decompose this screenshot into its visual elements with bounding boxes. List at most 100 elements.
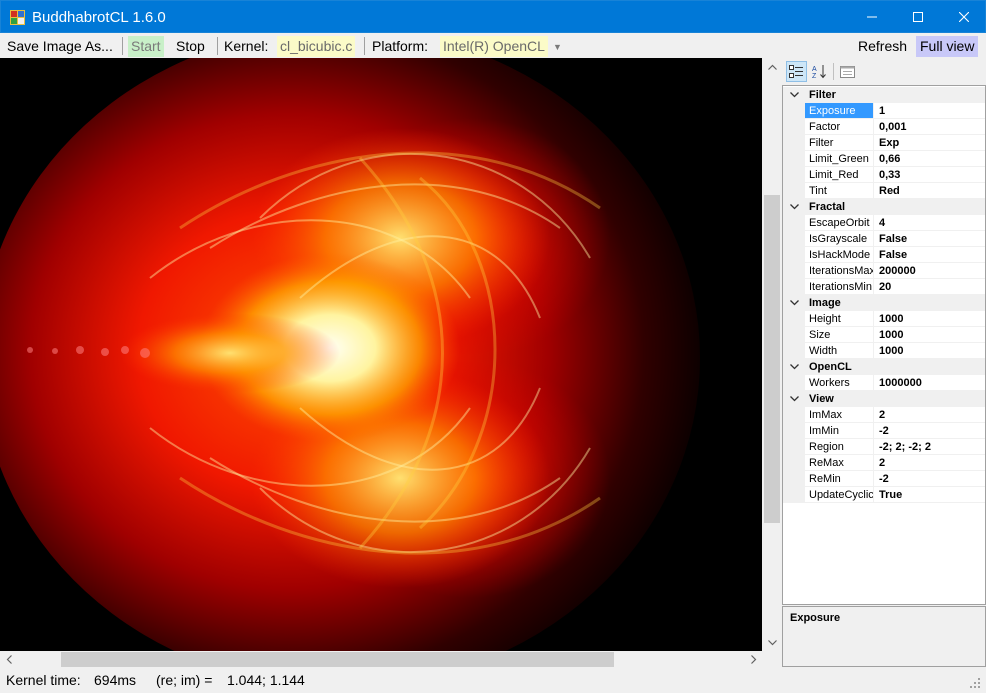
collapse-icon[interactable]: [788, 391, 800, 407]
property-row-height[interactable]: Height 1000: [783, 311, 985, 327]
horizontal-scrollbar[interactable]: [0, 651, 762, 668]
property-name[interactable]: EscapeOrbit: [805, 215, 874, 231]
property-name[interactable]: Filter: [805, 135, 874, 151]
property-row-tint[interactable]: Tint Red: [783, 183, 985, 199]
property-name[interactable]: ReMax: [805, 455, 874, 471]
property-name[interactable]: Factor: [805, 119, 874, 135]
property-row-limit_green[interactable]: Limit_Green 0,66: [783, 151, 985, 167]
categorized-button[interactable]: [786, 61, 807, 82]
property-row-immax[interactable]: ImMax 2: [783, 407, 985, 423]
category-image[interactable]: Image: [783, 295, 985, 311]
scroll-down-icon[interactable]: [762, 634, 782, 651]
property-value[interactable]: 0,001: [874, 119, 985, 135]
property-row-factor[interactable]: Factor 0,001: [783, 119, 985, 135]
category-filter[interactable]: Filter: [783, 87, 985, 103]
property-name[interactable]: Limit_Green: [805, 151, 874, 167]
property-row-escapeorbit[interactable]: EscapeOrbit 4: [783, 215, 985, 231]
size-grip-icon[interactable]: [968, 676, 982, 690]
property-value[interactable]: False: [874, 231, 985, 247]
property-value[interactable]: 1: [874, 103, 985, 119]
property-name[interactable]: Region: [805, 439, 874, 455]
close-button[interactable]: [941, 1, 986, 33]
property-pages-button[interactable]: [837, 61, 858, 82]
property-name[interactable]: UpdateCyclic: [805, 487, 874, 503]
category-fractal[interactable]: Fractal: [783, 199, 985, 215]
property-row-ishackmode[interactable]: IsHackMode False: [783, 247, 985, 263]
status-bar: Kernel time: 694ms (re; im) = 1.044; 1.1…: [0, 668, 986, 693]
stop-button[interactable]: Stop: [176, 36, 205, 57]
category-opencl[interactable]: OpenCL: [783, 359, 985, 375]
vertical-scrollbar[interactable]: [762, 58, 782, 651]
property-row-immin[interactable]: ImMin -2: [783, 423, 985, 439]
property-value[interactable]: 4: [874, 215, 985, 231]
property-value[interactable]: 1000: [874, 311, 985, 327]
property-value[interactable]: -2; 2; -2; 2: [874, 439, 985, 455]
property-row-workers[interactable]: Workers 1000000: [783, 375, 985, 391]
collapse-icon[interactable]: [788, 359, 800, 375]
property-row-isgrayscale[interactable]: IsGrayscale False: [783, 231, 985, 247]
property-row-updatecyclic[interactable]: UpdateCyclic True: [783, 487, 985, 503]
property-value[interactable]: Exp: [874, 135, 985, 151]
property-name[interactable]: IterationsMin: [805, 279, 874, 295]
refresh-button[interactable]: Refresh: [858, 36, 907, 57]
property-value[interactable]: 1000: [874, 327, 985, 343]
property-row-remax[interactable]: ReMax 2: [783, 455, 985, 471]
property-value[interactable]: 2: [874, 407, 985, 423]
property-name[interactable]: IsGrayscale: [805, 231, 874, 247]
property-name[interactable]: Tint: [805, 183, 874, 199]
scroll-right-icon[interactable]: [745, 651, 762, 668]
collapse-icon[interactable]: [788, 199, 800, 215]
property-value[interactable]: 1000000: [874, 375, 985, 391]
property-name[interactable]: Limit_Red: [805, 167, 874, 183]
property-row-filter[interactable]: Filter Exp: [783, 135, 985, 151]
property-row-limit_red[interactable]: Limit_Red 0,33: [783, 167, 985, 183]
horizontal-scroll-thumb[interactable]: [61, 652, 614, 667]
property-value[interactable]: 0,33: [874, 167, 985, 183]
property-value[interactable]: 200000: [874, 263, 985, 279]
property-name[interactable]: Height: [805, 311, 874, 327]
property-name[interactable]: ImMin: [805, 423, 874, 439]
maximize-button[interactable]: [895, 1, 941, 33]
property-value[interactable]: Red: [874, 183, 985, 199]
dropdown-arrow-icon[interactable]: ▼: [553, 37, 562, 58]
property-name[interactable]: ReMin: [805, 471, 874, 487]
property-value[interactable]: 2: [874, 455, 985, 471]
scroll-left-icon[interactable]: [0, 651, 17, 668]
property-value[interactable]: 1000: [874, 343, 985, 359]
property-name[interactable]: Width: [805, 343, 874, 359]
property-name[interactable]: IsHackMode: [805, 247, 874, 263]
alphabetical-button[interactable]: A Z: [809, 61, 830, 82]
property-value[interactable]: -2: [874, 471, 985, 487]
scroll-up-icon[interactable]: [762, 58, 782, 75]
property-name[interactable]: Workers: [805, 375, 874, 391]
save-image-button[interactable]: Save Image As...: [7, 36, 113, 57]
kernel-combo[interactable]: cl_bicubic.c: [277, 36, 356, 57]
category-view[interactable]: View: [783, 391, 985, 407]
property-name[interactable]: ImMax: [805, 407, 874, 423]
property-row-remin[interactable]: ReMin -2: [783, 471, 985, 487]
collapse-icon[interactable]: [788, 87, 800, 103]
full-view-button[interactable]: Full view: [916, 36, 979, 57]
property-row-size[interactable]: Size 1000: [783, 327, 985, 343]
start-button[interactable]: Start: [128, 36, 164, 57]
property-row-iterationsmax[interactable]: IterationsMax 200000: [783, 263, 985, 279]
property-value[interactable]: -2: [874, 423, 985, 439]
fractal-canvas[interactable]: [0, 58, 762, 651]
vertical-scroll-thumb[interactable]: [764, 195, 780, 523]
kernel-time-label: Kernel time:: [6, 672, 81, 688]
property-value[interactable]: 0,66: [874, 151, 985, 167]
platform-combo[interactable]: Intel(R) OpenCL: [440, 36, 548, 57]
property-row-region[interactable]: Region -2; 2; -2; 2: [783, 439, 985, 455]
property-name[interactable]: Exposure: [805, 103, 874, 119]
minimize-button[interactable]: [849, 1, 895, 33]
property-value[interactable]: False: [874, 247, 985, 263]
property-row-iterationsmin[interactable]: IterationsMin 20: [783, 279, 985, 295]
property-row-width[interactable]: Width 1000: [783, 343, 985, 359]
property-value[interactable]: 20: [874, 279, 985, 295]
property-name[interactable]: IterationsMax: [805, 263, 874, 279]
property-value[interactable]: True: [874, 487, 985, 503]
property-row-exposure[interactable]: Exposure 1: [783, 103, 985, 119]
property-name[interactable]: Size: [805, 327, 874, 343]
property-grid[interactable]: Filter Exposure 1 Factor 0,001 Filter Exp Limit…: [782, 85, 986, 605]
collapse-icon[interactable]: [788, 295, 800, 311]
